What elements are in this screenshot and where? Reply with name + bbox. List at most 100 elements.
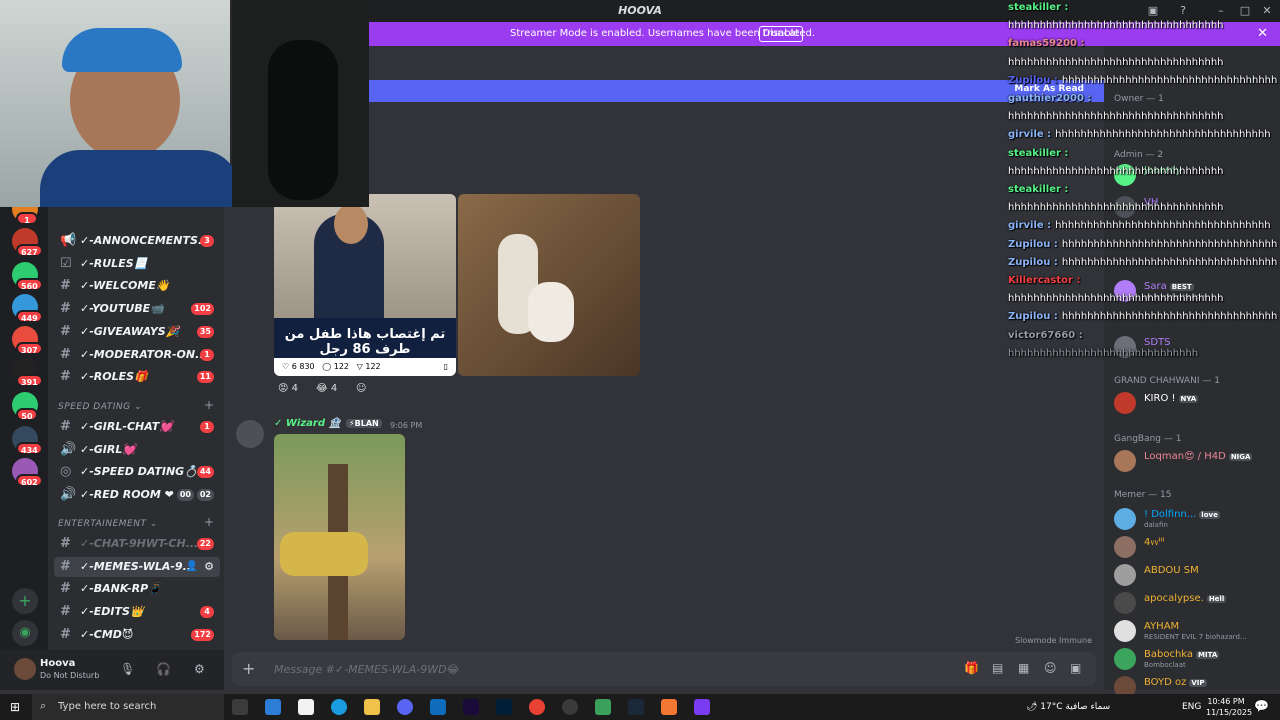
add-attachment-icon[interactable]: + [242, 659, 255, 678]
post-image[interactable]: تم إغتصاب هاذا طفل من طرف 86 رجل ♡ 6 830… [274, 194, 456, 376]
channel-type-icon: ◎ [60, 464, 72, 480]
taskbar-search[interactable]: ⌕ Type here to search [32, 694, 224, 720]
reaction-angry[interactable]: 😡 4 [274, 380, 302, 398]
message-input[interactable]: Message #✓-MEMES-WLA-9WD😂 [274, 663, 459, 676]
member-tag: MITA [1196, 651, 1220, 659]
channel-type-icon: # [60, 536, 71, 551]
app-icon[interactable] [595, 699, 611, 715]
member-group-header: GRAND CHAHWANI — 1 [1114, 376, 1220, 386]
channel-item[interactable]: 🔊 ✓-GIRL💓 [54, 440, 220, 460]
search-placeholder: Type here to search [58, 701, 157, 712]
author-avatar[interactable] [236, 420, 264, 448]
chat-username: Zupilou : [1008, 311, 1058, 323]
member-row[interactable]: ABDOU SM [1114, 564, 1274, 586]
channel-item[interactable]: # ✓-WELCOME👋 [54, 276, 220, 296]
member-name: ABDOU SM [1144, 565, 1199, 576]
add-server-icon[interactable]: + [12, 588, 38, 614]
emoji-icon[interactable]: ☺ [1044, 661, 1057, 675]
member-tag: love [1199, 511, 1220, 519]
channel-item[interactable]: 🔊 ✓-RED ROOM ❤ 00 02 [54, 485, 220, 505]
explore-icon[interactable]: ◉ [12, 620, 38, 646]
channel-item[interactable]: # ✓-CMD😈 172 [54, 625, 220, 645]
windows-start-icon[interactable]: ⊞ [10, 700, 20, 714]
sticker-icon[interactable]: ▦ [1018, 661, 1029, 675]
notification-icon[interactable]: 💬 [1254, 699, 1269, 713]
obs-icon[interactable] [562, 699, 578, 715]
channel-item[interactable]: # ✓-GIVEAWAYS🎉 35 [54, 322, 220, 342]
motorcycle-shape [268, 40, 338, 200]
disable-button[interactable]: Disable [759, 26, 803, 42]
channel-type-icon: # [60, 558, 71, 574]
channel-item[interactable]: # ✓-EDITS👑 4 [54, 602, 220, 622]
chrome-icon[interactable] [529, 699, 545, 715]
member-name-text: ! Dolfinn... [1144, 509, 1197, 520]
edge-icon[interactable] [331, 699, 347, 715]
category-speed-dating[interactable]: SPEED DATING ⌄ [58, 402, 142, 412]
add-reaction-icon[interactable]: ☺ [352, 380, 370, 398]
channel-item[interactable]: # ✓-BANK-RP📱 [54, 579, 220, 599]
explorer-icon[interactable] [364, 699, 380, 715]
apps-icon[interactable]: ▣ [1070, 661, 1081, 675]
likes-count: 6 830 [291, 362, 315, 371]
channel-item[interactable]: 📢 ✓-ANNONCEMENTS... 3 [54, 231, 220, 251]
member-row[interactable]: Babochka MITA Bomboclaat [1114, 648, 1274, 670]
chat-message: hhhhhhhhhhhhhhhhhhhhhhhhhhhhhhhhhh [1008, 20, 1224, 32]
task-view-icon[interactable] [232, 699, 248, 715]
reaction-laugh[interactable]: 😂 4 [312, 380, 341, 398]
settings-gear-icon[interactable]: ⚙ [194, 662, 205, 676]
weather-widget[interactable]: 🌶 17°C سماء صافية [1026, 702, 1110, 712]
add-member-icon[interactable]: 👤 [186, 557, 198, 577]
avatar[interactable] [14, 658, 36, 680]
store-icon[interactable] [265, 699, 281, 715]
goat-image[interactable] [458, 194, 640, 376]
add-channel-icon[interactable]: + [204, 398, 214, 412]
member-name: Loqman😍 / H4D NIGA [1144, 451, 1253, 462]
channel-item[interactable]: # ✓-ROLES🎁 11 [54, 367, 220, 387]
add-channel-icon[interactable]: + [204, 515, 214, 529]
channel-badge: 22 [196, 538, 214, 550]
attachment-image[interactable] [274, 434, 405, 640]
channel-item[interactable]: # ✓-MODERATOR-ON... 1 [54, 345, 220, 365]
channel-item[interactable]: # ✓-MEMES-WLA-9... 👤 ⚙ [54, 556, 220, 577]
member-name: ! Dolfinn... love [1144, 509, 1220, 520]
author-tag: ⚡BLAN [346, 419, 382, 428]
member-row[interactable]: Loqman😍 / H4D NIGA [1114, 450, 1274, 472]
app3-icon[interactable] [694, 699, 710, 715]
headphones-icon[interactable]: 🎧 [156, 662, 171, 676]
file-icon[interactable] [298, 699, 314, 715]
gif-icon[interactable]: ▤ [992, 661, 1003, 675]
premiere-icon[interactable] [463, 699, 479, 715]
channel-item[interactable]: # ✓-GIRL-CHAT💓 1 [54, 417, 220, 437]
gift-icon[interactable]: 🎁 [964, 661, 979, 675]
clock[interactable]: 10:46 PM 11/15/2025 [1206, 696, 1252, 718]
language-indicator[interactable]: ENG [1182, 702, 1201, 712]
app2-icon[interactable] [661, 699, 677, 715]
channel-item[interactable]: ☑ ✓-RULES📃 [54, 254, 220, 274]
channel-name: ✓-CMD😈 [80, 627, 134, 641]
category-entertainment[interactable]: ENTERTAINEMENT ⌄ [58, 519, 158, 529]
discord-icon[interactable] [397, 699, 413, 715]
chat-username: Killercastor : [1008, 275, 1081, 286]
cap-shape [62, 28, 182, 72]
channel-item[interactable]: # ✓-YOUTUBE📹 102 [54, 299, 220, 319]
member-row[interactable]: apocalypse. Hell [1114, 592, 1274, 614]
outlook-icon[interactable] [430, 699, 446, 715]
steam-icon[interactable] [628, 699, 644, 715]
message-author[interactable]: ✓ Wizard 🏦 [274, 418, 341, 429]
member-row[interactable]: AYHAM RESIDENT EVIL 7 biohazard... [1114, 620, 1274, 642]
channel-name: ✓-YOUTUBE📹 [80, 302, 164, 316]
member-row[interactable]: 4᥎᥎ᑊᑊᑊ [1114, 536, 1274, 558]
server-badge: 449 [16, 310, 43, 323]
microphone-icon[interactable]: 🎙 [120, 662, 135, 676]
channel-badge: 35 [196, 325, 214, 338]
channel-settings-gear-icon[interactable]: ⚙ [204, 557, 214, 577]
member-row[interactable]: KIRO ! NYA [1114, 392, 1274, 414]
message-composer[interactable]: + Message #✓-MEMES-WLA-9WD😂 🎁 ▤ ▦ ☺ ▣ [232, 652, 1096, 686]
channel-type-icon: ☑ [60, 255, 72, 271]
chat-username: victor67660 : [1008, 329, 1083, 341]
member-row[interactable]: ! Dolfinn... love dalafin [1114, 508, 1274, 530]
channel-item[interactable]: # ✓-CHAT-9HWT-CH... 22 [54, 534, 220, 554]
photoshop-icon[interactable] [496, 699, 512, 715]
channel-item[interactable]: ◎ ✓-SPEED DATING💍 44 [54, 462, 220, 482]
member-name: BOYD oz VIP [1144, 677, 1207, 688]
